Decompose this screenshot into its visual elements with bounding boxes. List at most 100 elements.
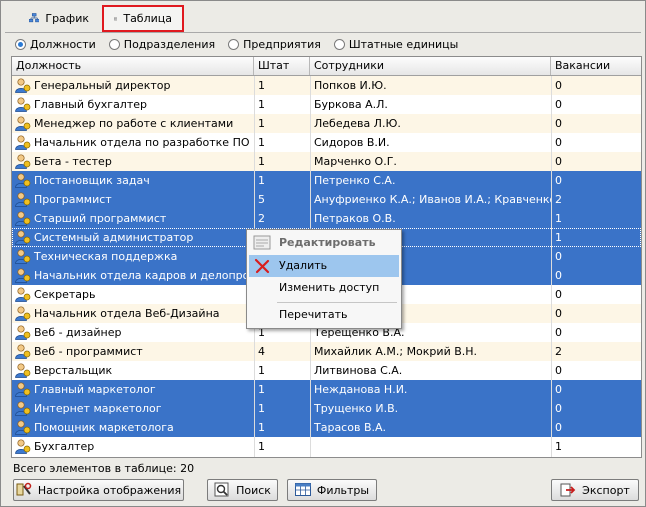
table-row[interactable]: Программист 5 Ануфриенко К.А.; Иванов И.А.… bbox=[12, 190, 641, 209]
cell-position: Веб - программист bbox=[34, 345, 143, 358]
cell-vacancies: 0 bbox=[555, 364, 562, 377]
cell-staff: 1 bbox=[258, 364, 265, 377]
radio-enterprises[interactable]: Предприятия bbox=[228, 38, 321, 51]
table-row[interactable]: Интернет маркетолог 1 Трущенко И.В. 0 bbox=[12, 399, 641, 418]
filters-button[interactable]: Фильтры bbox=[287, 479, 377, 501]
tab-chart[interactable]: График bbox=[19, 6, 99, 30]
cell-vacancies: 1 bbox=[555, 231, 562, 244]
cell-staff: 1 bbox=[258, 174, 265, 187]
cell-employees: Попков И.Ю. bbox=[314, 79, 387, 92]
menu-item-delete[interactable]: Удалить bbox=[249, 255, 399, 277]
radio-button[interactable] bbox=[333, 38, 345, 50]
tab-label: Таблица bbox=[123, 12, 172, 25]
menu-item-reload[interactable]: Перечитать bbox=[249, 304, 399, 326]
column-header-vacancies[interactable]: Вакансии bbox=[551, 57, 641, 75]
cell-employees: Буркова А.Л. bbox=[314, 98, 388, 111]
cell-employees: Литвинова С.А. bbox=[314, 364, 403, 377]
cell-position: Техническая поддержка bbox=[34, 250, 178, 263]
cell-staff: 1 bbox=[258, 155, 265, 168]
cell-vacancies: 0 bbox=[555, 421, 562, 434]
table-row[interactable]: Менеджер по работе с клиентами 1 Лебедева … bbox=[12, 114, 641, 133]
menu-item-change-access[interactable]: Изменить доступ bbox=[249, 277, 399, 299]
cell-vacancies: 2 bbox=[555, 345, 562, 358]
radio-button[interactable] bbox=[108, 38, 120, 50]
table-row[interactable]: Бета - тестер 1 Марченко О.Г. 0 bbox=[12, 152, 641, 171]
status-text: Всего элементов в таблице: 20 bbox=[13, 462, 195, 475]
cell-employees: Сидоров В.И. bbox=[314, 136, 390, 149]
button-label: Фильтры bbox=[316, 483, 370, 497]
menu-item-label: Редактировать bbox=[279, 236, 376, 249]
table-row[interactable]: Верстальщик 1 Литвинова С.А. 0 bbox=[12, 361, 641, 380]
cell-employees: Тарасов В.А. bbox=[314, 421, 387, 434]
cell-position: Программист bbox=[34, 193, 112, 206]
table-icon bbox=[114, 17, 118, 20]
cell-vacancies: 0 bbox=[555, 174, 562, 187]
menu-item-label: Перечитать bbox=[279, 308, 348, 321]
cell-vacancies: 0 bbox=[555, 307, 562, 320]
table-row[interactable]: Старший программист 2 Петраков О.В. 1 bbox=[12, 209, 641, 228]
view-mode-group: Должности Подразделения Предприятия Штат… bbox=[15, 36, 471, 52]
cell-employees: Трущенко И.В. bbox=[314, 402, 399, 415]
cell-employees: Марченко О.Г. bbox=[314, 155, 397, 168]
tab-table[interactable]: Таблица bbox=[102, 5, 184, 32]
cell-position: Интернет маркетолог bbox=[34, 402, 162, 415]
table-row[interactable]: Веб - программист 4 Михайлик А.М.; Мокрий … bbox=[12, 342, 641, 361]
cell-position: Старший программист bbox=[34, 212, 167, 225]
column-header-position[interactable]: Должность bbox=[12, 57, 254, 75]
radio-departments[interactable]: Подразделения bbox=[108, 38, 215, 51]
table-row[interactable]: Начальник отдела по разработке ПО 1 Сидоро… bbox=[12, 133, 641, 152]
cell-vacancies: 0 bbox=[555, 326, 562, 339]
cell-staff: 4 bbox=[258, 345, 265, 358]
menu-item-edit[interactable]: Редактировать bbox=[249, 232, 399, 254]
table-row[interactable]: Бухгалтер 1 1 bbox=[12, 437, 641, 456]
cell-employees: Лебедева Л.Ю. bbox=[314, 117, 401, 130]
cell-position: Бухгалтер bbox=[34, 440, 95, 453]
menu-item-label: Удалить bbox=[279, 259, 328, 272]
button-label: Экспорт bbox=[582, 483, 630, 497]
table-row[interactable]: Генеральный директор 1 Попков И.Ю. 0 bbox=[12, 76, 641, 95]
cell-employees: Петренко С.А. bbox=[314, 174, 396, 187]
cell-vacancies: 1 bbox=[555, 212, 562, 225]
cell-vacancies: 0 bbox=[555, 402, 562, 415]
cell-position: Начальник отдела Веб-Дизайна bbox=[34, 307, 220, 320]
cell-vacancies: 0 bbox=[555, 155, 562, 168]
column-header-employees[interactable]: Сотрудники bbox=[310, 57, 551, 75]
radio-label: Должности bbox=[30, 37, 96, 51]
cell-position: Верстальщик bbox=[34, 364, 113, 377]
window: График Таблица Должности Подразделения П… bbox=[0, 0, 646, 507]
cell-staff: 5 bbox=[258, 193, 265, 206]
button-label: Настройка отображения bbox=[37, 483, 182, 497]
cell-staff: 2 bbox=[258, 212, 265, 225]
table-row[interactable]: Помощник маркетолога 1 Тарасов В.А. 0 bbox=[12, 418, 641, 437]
filter-icon bbox=[294, 483, 311, 496]
radio-button[interactable] bbox=[228, 38, 240, 50]
export-icon bbox=[560, 483, 576, 497]
table-row[interactable]: Главный бухгалтер 1 Буркова А.Л. 0 bbox=[12, 95, 641, 114]
cell-employees: Петраков О.В. bbox=[314, 212, 396, 225]
display-settings-button[interactable]: Настройка отображения bbox=[13, 479, 184, 501]
hierarchy-icon bbox=[29, 13, 40, 23]
table-row[interactable]: Главный маркетолог 1 Нежданова Н.И. 0 bbox=[12, 380, 641, 399]
cell-staff: 1 bbox=[258, 98, 265, 111]
radio-button[interactable] bbox=[15, 38, 26, 50]
radio-staff-units[interactable]: Штатные единицы bbox=[333, 38, 458, 51]
menu-separator bbox=[277, 302, 397, 303]
table-row[interactable]: Постановщик задач 1 Петренко С.А. 0 bbox=[12, 171, 641, 190]
cell-staff: 1 bbox=[258, 440, 265, 453]
radio-positions[interactable]: Должности bbox=[15, 38, 96, 51]
cell-staff: 1 bbox=[258, 79, 265, 92]
cell-position: Постановщик задач bbox=[34, 174, 150, 187]
cell-position: Менеджер по работе с клиентами bbox=[34, 117, 234, 130]
search-button[interactable]: Поиск bbox=[207, 479, 278, 501]
tab-label: График bbox=[45, 11, 89, 25]
column-divider bbox=[551, 76, 552, 457]
cell-employees bbox=[310, 437, 551, 456]
export-button[interactable]: Экспорт bbox=[551, 479, 639, 501]
cell-vacancies: 0 bbox=[555, 269, 562, 282]
button-label: Поиск bbox=[236, 483, 271, 497]
cell-vacancies: 1 bbox=[555, 440, 562, 453]
column-header-staff[interactable]: Штат bbox=[254, 57, 310, 75]
cell-staff: 1 bbox=[258, 421, 265, 434]
cell-vacancies: 0 bbox=[555, 98, 562, 111]
cell-employees: Нежданова Н.И. bbox=[314, 383, 408, 396]
